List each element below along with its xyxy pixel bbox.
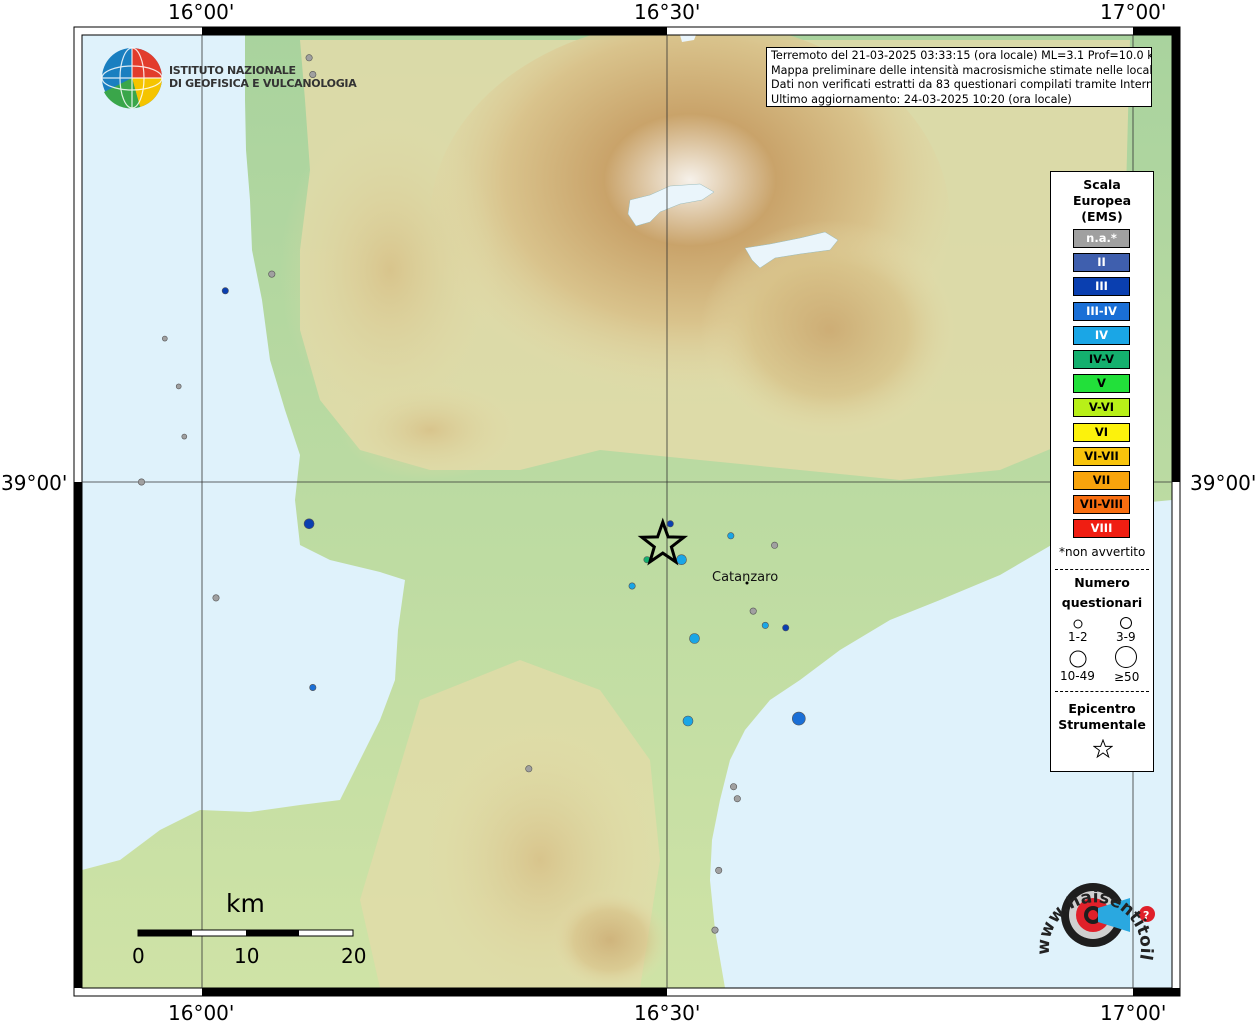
observation-point-16[interactable] (628, 582, 636, 590)
observation-point-26[interactable] (733, 795, 741, 803)
observation-point-19[interactable] (782, 624, 790, 632)
observation-point-25[interactable] (730, 783, 738, 791)
observation-point-4[interactable] (268, 270, 276, 278)
legend-swatch-v: V (1073, 374, 1130, 394)
observation-point-11[interactable] (666, 520, 674, 528)
observation-point-13[interactable] (771, 541, 779, 549)
lat-label-left: 39°00' (1, 471, 68, 495)
legend-swatch-vii-viii: VII-VIII (1073, 495, 1130, 515)
event-info-box: Terremoto del 21-03-2025 03:33:15 (ora l… (766, 47, 1152, 107)
observation-point-8[interactable] (138, 478, 146, 486)
observation-point-15[interactable] (676, 554, 687, 566)
coastal-range (280, 110, 500, 430)
legend-swatch-ii: II (1073, 253, 1130, 273)
legend-swatch-iii-iv: III-IV (1073, 301, 1130, 321)
legend-title-2: Europea (1072, 193, 1132, 208)
star-icon (1093, 739, 1113, 759)
observation-point-21[interactable] (309, 683, 317, 691)
lon-label-top-1: 16°00' (168, 0, 235, 24)
observation-point-28[interactable] (711, 926, 719, 934)
ingv-logo-text: ISTITUTO NAZIONALE DI GEOFISICA E VULCAN… (169, 64, 357, 90)
lon-label-bottom-3: 17°00' (1100, 1001, 1167, 1025)
observation-point-27[interactable] (715, 866, 723, 874)
observation-point-7[interactable] (175, 383, 182, 390)
legend-swatch-vi: VI (1073, 422, 1130, 442)
observation-point-3[interactable] (162, 335, 168, 342)
lat-label-right: 39°00' (1190, 471, 1255, 495)
legend-title-1: Scala (1083, 177, 1121, 192)
legend-separator-1 (1055, 569, 1149, 570)
observation-point-17[interactable] (749, 607, 757, 615)
observation-point-18[interactable] (761, 621, 769, 629)
legend-swatch-viii: VIII (1073, 519, 1130, 539)
watermark: www.haisentitoilterremoto.it (1020, 845, 1156, 962)
scale-bar-tick-0: 0 (132, 944, 145, 968)
event-info-line4: Ultimo aggiornamento: 24-03-2025 10:20 (… (771, 92, 1072, 106)
lon-label-bottom-1: 16°00' (168, 1001, 235, 1025)
observation-point-20[interactable] (689, 633, 700, 644)
ingv-logo (101, 47, 163, 109)
legend-swatch-v-vi: V-VI (1073, 398, 1130, 418)
observation-point-22[interactable] (682, 715, 694, 727)
legend-separator-2 (1055, 691, 1149, 692)
lon-label-bottom-2: 16°30' (634, 1001, 701, 1025)
legend-size-10-49: 10-49 (1060, 669, 1095, 683)
legend-epicenter-title-2: Strumentale (1058, 717, 1146, 732)
observation-point-9[interactable] (303, 518, 315, 530)
place-label-catanzaro: Catanzaro (712, 570, 779, 585)
observation-point-23[interactable] (791, 711, 806, 726)
legend-size-1-2: 1-2 (1068, 630, 1088, 644)
ems-legend: Scala Europea (EMS) n.a.* II III III-IV IV IV… (1050, 171, 1154, 772)
sila-east (700, 220, 960, 440)
event-info-line1: Terremoto del 21-03-2025 03:33:15 (ora l… (771, 49, 1152, 62)
scale-bar-tick-20: 20 (341, 944, 367, 968)
legend-swatch-n-a: n.a.* (1073, 229, 1130, 248)
legend-title-3: (EMS) (1081, 209, 1123, 224)
lon-label-top-2: 16°30' (634, 0, 701, 24)
serre-peak (550, 890, 670, 988)
lon-label-top-3: 17°00' (1100, 0, 1167, 24)
watermark-text: www.haisentitoilterremoto.it (1020, 845, 1156, 962)
event-info-line2: Mappa preliminare delle intensità macros… (771, 63, 1152, 77)
observation-point-6[interactable] (181, 433, 188, 440)
legend-size-50plus: ≥50 (1114, 670, 1140, 684)
scale-bar (137, 929, 354, 937)
observation-point-12[interactable] (727, 532, 735, 540)
legend-swatch-iii: III (1073, 277, 1130, 297)
ingv-logo-line2: DI GEOFISICA E VULCANOLOGIA (169, 77, 357, 90)
observation-point-24[interactable] (525, 765, 533, 773)
scale-bar-unit: km (226, 889, 265, 918)
observation-point-10[interactable] (212, 594, 220, 602)
observation-point-1[interactable] (305, 54, 313, 62)
ingv-logo-line1: ISTITUTO NAZIONALE (169, 64, 296, 77)
scale-bar-tick-10: 10 (234, 944, 260, 968)
legend-questionnaires-title-2: questionari (1061, 595, 1143, 610)
legend-epicenter-title-1: Epicentro (1068, 701, 1136, 716)
legend-swatch-iv: IV (1073, 325, 1130, 345)
legend-swatch-vi-vii: VI-VII (1073, 446, 1130, 466)
observation-point-5[interactable] (221, 287, 229, 295)
hills-west (340, 380, 520, 480)
legend-swatch-iv-v: IV-V (1073, 350, 1130, 369)
legend-note: *non avvertito (1059, 545, 1146, 559)
legend-size-3-9: 3-9 (1116, 630, 1136, 644)
legend-size-symbols (1069, 617, 1137, 668)
legend-questionnaires-title-1: Numero (1074, 575, 1130, 590)
legend-swatch-vii: VII (1073, 471, 1130, 490)
event-info-line3: Dati non verificati estratti da 83 quest… (771, 78, 1152, 91)
